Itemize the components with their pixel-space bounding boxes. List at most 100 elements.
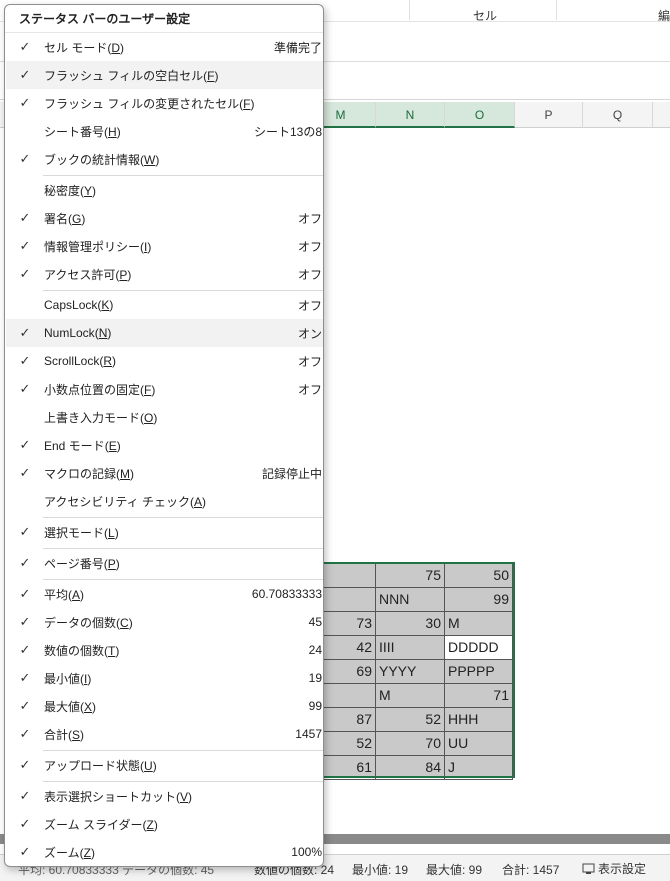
range-cell[interactable]: 71 <box>445 684 513 708</box>
checkmark-icon: ✓ <box>19 210 31 225</box>
range-cell[interactable]: 99 <box>445 588 513 612</box>
menu-item[interactable]: ✓ ScrollLock(R) オフ <box>6 347 323 375</box>
menu-item[interactable]: ✓ フラッシュ フィルの変更されたセル(F) <box>6 89 323 117</box>
column-header-q[interactable]: Q <box>583 102 653 128</box>
checkmark-icon: ✓ <box>19 816 31 831</box>
status-bar-customize-menu: ステータス バーのユーザー設定 ✓ セル モード(D) 準備完了 ✓ フラッシュ フィル… <box>4 4 324 867</box>
menu-item-label: CapsLock(K) <box>44 298 114 312</box>
access-key: Z <box>146 817 154 832</box>
checkmark-icon: ✓ <box>19 325 31 340</box>
menu-item[interactable]: ✓ 最小値(I) 19 <box>6 664 323 692</box>
range-cell[interactable]: M <box>376 684 445 708</box>
menu-item[interactable]: ✓ アクセス許可(P) オフ <box>6 260 323 288</box>
menu-item-label: フラッシュ フィルの空白セル(F) <box>44 68 219 83</box>
range-cell[interactable]: 52 <box>376 708 445 732</box>
menu-item-label: アクセス許可(P) <box>44 267 132 282</box>
menu-item[interactable]: ✓ セル モード(D) 準備完了 <box>6 33 323 61</box>
menu-item-label: 小数点位置の固定(F) <box>44 382 156 397</box>
access-key: M <box>120 466 131 481</box>
display-settings-icon <box>582 863 595 874</box>
checkmark-icon: ✓ <box>19 642 31 657</box>
checkmark-icon: ✓ <box>19 670 31 685</box>
checkmark-icon: ✓ <box>19 465 31 480</box>
menu-item[interactable]: アクセシビリティ チェック(A) <box>6 487 323 515</box>
menu-item[interactable]: ✓ マクロの記録(M) 記録停止中 <box>6 459 323 487</box>
menu-item-label: ページ番号(P) <box>44 556 120 571</box>
menu-item-label: ズーム スライダー(Z) <box>44 817 158 832</box>
access-key: N <box>98 326 108 340</box>
display-settings-label: 表示設定 <box>598 862 647 876</box>
column-header-o[interactable]: O <box>445 102 515 128</box>
menu-item[interactable]: CapsLock(K) オフ <box>6 291 323 319</box>
menu-item[interactable]: 上書き入力モード(O) <box>6 403 323 431</box>
access-key: T <box>108 643 116 658</box>
menu-item[interactable]: ✓ 情報管理ポリシー(I) オフ <box>6 232 323 260</box>
menu-item[interactable]: ✓ データの個数(C) 45 <box>6 608 323 636</box>
access-key: L <box>108 525 115 540</box>
range-cell[interactable]: J <box>445 756 513 780</box>
checkmark-icon: ✓ <box>19 614 31 629</box>
menu-item[interactable]: ✓ 合計(S) 1457 <box>6 720 323 748</box>
range-cell[interactable]: 84 <box>376 756 445 780</box>
access-key: F <box>243 96 251 111</box>
menu-item-value: 記録停止中 <box>261 466 322 481</box>
menu-item[interactable]: 秘密度(Y) <box>6 176 323 204</box>
access-key: P <box>107 556 116 571</box>
menu-item[interactable]: シート番号(H) シート13の8 <box>6 117 323 145</box>
ribbon-separator <box>556 0 557 20</box>
access-key: A <box>194 494 203 509</box>
access-key: X <box>84 699 93 714</box>
menu-item-label: 最小値(I) <box>44 671 92 686</box>
menu-item-label: ブックの統計情報(W) <box>44 152 160 167</box>
menu-item[interactable]: ✓ 小数点位置の固定(F) オフ <box>6 375 323 403</box>
menu-item[interactable]: ✓ NumLock(N) オン <box>6 319 323 347</box>
access-key: G <box>72 211 82 226</box>
access-key: U <box>144 758 153 773</box>
menu-item[interactable]: ✓ 平均(A) 60.70833333 <box>6 580 323 608</box>
menu-item[interactable]: ✓ 最大値(X) 99 <box>6 692 323 720</box>
menu-item-label: ズーム(Z) <box>44 845 95 860</box>
menu-item[interactable]: ✓ ズーム スライダー(Z) <box>6 810 323 838</box>
access-key: P <box>119 267 128 282</box>
menu-item-label: 選択モード(L) <box>44 525 119 540</box>
selected-range[interactable]: C7550NNN997330M42IIIIDDDDD69YYYYPPPPPM71… <box>300 562 515 780</box>
menu-item[interactable]: ✓ フラッシュ フィルの空白セル(F) <box>6 61 323 89</box>
range-cell[interactable]: NNN <box>376 588 445 612</box>
range-cell[interactable]: PPPPP <box>445 660 513 684</box>
menu-item-value: オフ <box>297 298 322 313</box>
menu-item[interactable]: ✓ ページ番号(P) <box>6 549 323 577</box>
range-cell[interactable]: UU <box>445 732 513 756</box>
access-key: E <box>108 438 117 453</box>
range-cell[interactable]: M <box>445 612 513 636</box>
range-cell[interactable]: 70 <box>376 732 445 756</box>
menu-item[interactable]: ✓ 署名(G) オフ <box>6 204 323 232</box>
menu-item[interactable]: ✓ ブックの統計情報(W) <box>6 145 323 173</box>
menu-item-value: 19 <box>308 671 322 685</box>
range-cell[interactable]: YYYY <box>376 660 445 684</box>
menu-item[interactable]: ✓ 選択モード(L) <box>6 518 323 546</box>
display-settings-button[interactable]: 表示設定 <box>578 859 650 878</box>
range-cell[interactable]: HHH <box>445 708 513 732</box>
menu-item[interactable]: ✓ アップロード状態(U) <box>6 751 323 779</box>
range-cell[interactable]: DDDDD <box>445 636 513 660</box>
menu-item-value: オフ <box>297 354 322 369</box>
menu-item[interactable]: ✓ End モード(E) <box>6 431 323 459</box>
menu-item-value: 60.70833333 <box>251 587 322 601</box>
range-cell[interactable]: 50 <box>445 564 513 588</box>
menu-item-label: 数値の個数(T) <box>44 643 120 658</box>
range-cell[interactable]: 30 <box>376 612 445 636</box>
column-header-p[interactable]: P <box>515 102 583 128</box>
range-cell[interactable]: IIII <box>376 636 445 660</box>
menu-item[interactable]: ✓ 数値の個数(T) 24 <box>6 636 323 664</box>
column-header-n[interactable]: N <box>376 102 445 128</box>
menu-item[interactable]: ✓ ズーム(Z) 100% <box>6 838 323 866</box>
menu-item-label: シート番号(H) <box>44 124 121 139</box>
access-key: O <box>144 410 154 425</box>
range-cell[interactable]: 75 <box>376 564 445 588</box>
checkmark-icon: ✓ <box>19 698 31 713</box>
access-key: F <box>144 382 152 397</box>
checkmark-icon: ✓ <box>19 726 31 741</box>
menu-item[interactable]: ✓ 表示選択ショートカット(V) <box>6 782 323 810</box>
menu-item-value: 24 <box>308 643 322 657</box>
menu-item-value: オフ <box>297 382 322 397</box>
